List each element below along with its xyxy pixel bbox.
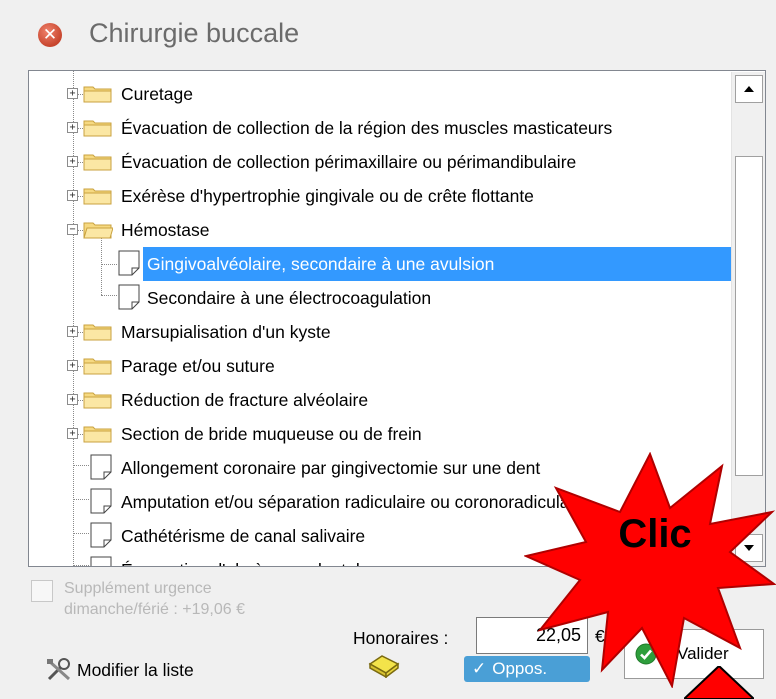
expand-icon[interactable]: + (67, 428, 78, 439)
arrow-icon (684, 666, 754, 699)
folder-icon (83, 86, 112, 103)
tree-item[interactable]: Allongement coronaire par gingivectomie … (117, 451, 544, 485)
folder-icon (83, 188, 112, 205)
tree-item[interactable]: Évacuation d'abcès parodontal (117, 553, 364, 567)
checkmark-icon: ✓ (472, 659, 487, 678)
expand-icon[interactable]: + (67, 360, 78, 371)
close-icon[interactable]: ✕ (38, 23, 62, 47)
collapse-icon[interactable]: − (67, 224, 78, 235)
supplement-label: Supplément urgence dimanche/férié : +19,… (64, 580, 246, 618)
scroll-thumb[interactable] (735, 156, 763, 476)
folder-open-icon (83, 222, 113, 239)
honoraires-label: Honoraires : (353, 628, 449, 648)
expand-icon[interactable]: + (67, 394, 78, 405)
document-icon (90, 556, 112, 566)
tree-item[interactable]: Amputation et/ou séparation radiculaire … (117, 485, 593, 519)
tree-item[interactable]: Évacuation de collection de la région de… (117, 111, 616, 145)
tree-guide-line (73, 71, 74, 566)
expand-icon[interactable]: + (67, 326, 78, 337)
document-icon (90, 488, 112, 514)
tree-item-selected[interactable]: Gingivoalvéolaire, secondaire à une avul… (143, 247, 731, 281)
expand-icon[interactable]: + (67, 122, 78, 133)
tree-item[interactable]: Hémostase (117, 213, 214, 247)
tools-icon (47, 658, 71, 681)
expand-icon[interactable]: + (67, 88, 78, 99)
click-callout-label: Clic (618, 512, 692, 556)
tree-item[interactable]: Marsupialisation d'un kyste (117, 315, 335, 349)
folder-icon (83, 154, 112, 171)
folder-icon (83, 426, 112, 443)
tree-item[interactable]: Évacuation de collection périmaxillaire … (117, 145, 580, 179)
document-icon (118, 250, 140, 276)
document-icon (90, 454, 112, 480)
folder-icon (83, 358, 112, 375)
title-bar: ✕ Chirurgie buccale (0, 0, 776, 70)
tree-item[interactable]: Réduction de fracture alvéolaire (117, 383, 372, 417)
supplement-checkbox[interactable] (31, 580, 53, 602)
scroll-up-icon[interactable] (735, 75, 763, 103)
tree-item[interactable]: Exérèse d'hypertrophie gingivale ou de c… (117, 179, 538, 213)
window-title: Chirurgie buccale (89, 18, 300, 48)
expand-icon[interactable]: + (67, 156, 78, 167)
tree-item[interactable]: Secondaire à une électrocoagulation (143, 281, 435, 315)
folder-icon (83, 120, 112, 137)
expand-icon[interactable]: + (67, 190, 78, 201)
document-icon (90, 522, 112, 548)
tree-item[interactable]: Parage et/ou suture (117, 349, 279, 383)
folder-icon (83, 324, 112, 341)
folder-icon (83, 392, 112, 409)
tree-item[interactable]: Curetage (117, 77, 197, 111)
modify-list-button[interactable]: Modifier la liste (45, 657, 194, 683)
book-icon[interactable] (368, 652, 400, 678)
document-icon (118, 284, 140, 310)
tree-item[interactable]: Cathétérisme de canal salivaire (117, 519, 369, 553)
tree-item[interactable]: Section de bride muqueuse ou de frein (117, 417, 426, 451)
tree-guide-line (101, 235, 102, 295)
click-callout-burst (524, 452, 776, 688)
